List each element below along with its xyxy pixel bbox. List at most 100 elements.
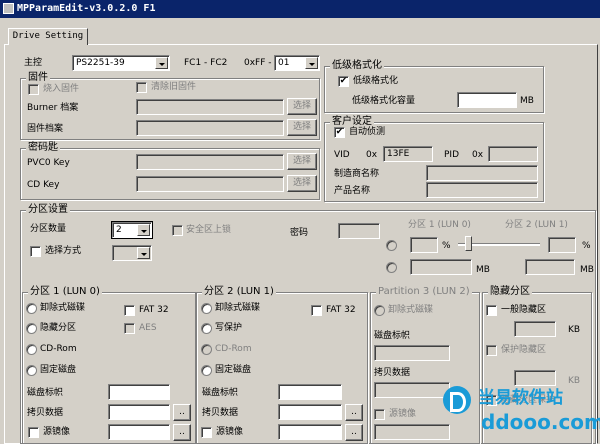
p3-mirror-checkbox[interactable] — [374, 409, 385, 420]
percent-sign-1: % — [442, 241, 451, 251]
lun0-header: 分区 1 (LUN 0) — [408, 220, 471, 230]
pid-field[interactable] — [488, 146, 538, 162]
p2-removable-radio[interactable] — [201, 303, 212, 314]
clear-firmware-checkbox[interactable] — [136, 82, 147, 93]
p1-aes-checkbox[interactable] — [124, 323, 135, 334]
p2-fixed-radio[interactable] — [201, 365, 212, 376]
burner-browse-button[interactable]: 选择 — [287, 98, 317, 115]
mb-radio[interactable] — [386, 262, 397, 273]
p2-copy-field[interactable] — [278, 404, 342, 420]
p3-mirror-label: 源镜像 — [389, 409, 417, 419]
p2-write-protect-radio[interactable] — [201, 323, 212, 334]
p2-removable-label: 卸除式磁碟 — [215, 303, 261, 313]
p1-hidden-radio[interactable] — [26, 323, 37, 334]
chevron-down-icon[interactable] — [137, 247, 150, 259]
p2-copy-browse-button[interactable]: .. — [345, 404, 363, 421]
firmware-file-field[interactable] — [136, 120, 284, 136]
chevron-down-icon[interactable] — [305, 57, 318, 69]
secure-lock-checkbox[interactable] — [172, 225, 183, 236]
p3-mirror-field[interactable] — [374, 424, 450, 440]
watermark-logo-icon — [443, 386, 471, 414]
p3-removable-label: 卸除式磁碟 — [388, 305, 434, 315]
title-bar[interactable]: MPParamEdit-v3.0.2.0 F1 — [0, 0, 600, 18]
p1-removable-label: 卸除式磁碟 — [40, 303, 86, 313]
p2-fixed-label: 固定磁盘 — [215, 365, 252, 375]
window-title: MPParamEdit-v3.0.2.0 F1 — [17, 3, 156, 14]
password-label: 密码 — [290, 228, 309, 238]
p1-mirror-field[interactable] — [108, 424, 170, 440]
p3-copy-field[interactable] — [374, 382, 450, 398]
pvc0-browse-button[interactable]: 选择 — [287, 153, 317, 170]
p2-mirror-field[interactable] — [278, 424, 342, 440]
lun0-mb-field[interactable] — [410, 259, 472, 275]
lowformat-checkbox[interactable]: ✔ — [338, 76, 349, 87]
p3-copy-label: 拷贝数据 — [374, 368, 411, 378]
protect-hidden-checkbox[interactable] — [486, 345, 497, 356]
p1-hidden-label: 隐藏分区 — [40, 323, 77, 333]
vid-prefix: 0x — [366, 150, 378, 160]
mb-unit-2: MB — [580, 265, 594, 275]
p1-mirror-browse-button[interactable]: .. — [173, 424, 191, 441]
cd-browse-button[interactable]: 选择 — [287, 175, 317, 192]
p2-cdrom-radio[interactable] — [201, 344, 212, 355]
normal-hidden-kb: KB — [568, 325, 581, 335]
lun0-percent-field[interactable] — [410, 237, 438, 253]
mb-unit-1: MB — [476, 265, 490, 275]
lowformat-title: 低级格式化 — [330, 60, 384, 71]
partition-slider-thumb[interactable] — [465, 236, 472, 251]
lowformat-capacity-label: 低级格式化容量 — [352, 96, 416, 106]
watermark-url: ddooo.com — [481, 410, 600, 434]
p1-copy-browse-button[interactable]: .. — [173, 404, 191, 421]
p1-disk-field[interactable] — [108, 384, 170, 400]
p1-cdrom-label: CD-Rom — [40, 344, 77, 354]
controller-select[interactable]: PS2251-39 — [72, 55, 170, 71]
burner-file-field[interactable] — [136, 99, 284, 115]
p1-removable-radio[interactable] — [26, 303, 37, 314]
select-mode-dropdown[interactable] — [112, 245, 152, 261]
protect-hidden-size-field[interactable] — [514, 370, 556, 386]
p2-mirror-browse-button[interactable]: .. — [345, 424, 363, 441]
p2-fat32-checkbox[interactable] — [311, 305, 322, 316]
percent-radio[interactable] — [386, 240, 397, 251]
password-field[interactable] — [338, 223, 380, 239]
p3-disk-label: 磁盘标帜 — [374, 331, 411, 341]
vid-label: VID — [334, 150, 350, 160]
partition-count-select[interactable]: 2 — [112, 222, 152, 238]
lun1-percent-field[interactable] — [548, 237, 576, 253]
normal-hidden-checkbox[interactable] — [486, 305, 497, 316]
p3-disk-field[interactable] — [374, 345, 450, 361]
watermark-text: 当易软件站 — [478, 388, 563, 408]
secure-lock-label: 安全区上锁 — [186, 225, 232, 235]
auto-detect-checkbox[interactable]: ✔ — [334, 127, 345, 138]
p1-fixed-radio[interactable] — [26, 365, 37, 376]
p2-disk-label: 磁盘标帜 — [202, 388, 239, 398]
lowformat-capacity-field[interactable] — [457, 92, 517, 108]
firmware-browse-button[interactable]: 选择 — [287, 119, 317, 136]
cd-key-field[interactable] — [136, 176, 284, 192]
lun1-header: 分区 2 (LUN 1) — [505, 220, 568, 230]
chevron-down-icon[interactable] — [155, 57, 168, 69]
p1-fat32-checkbox[interactable] — [124, 305, 135, 316]
p1-mirror-checkbox[interactable] — [28, 427, 39, 438]
chevron-down-icon[interactable] — [137, 224, 150, 236]
normal-hidden-size-field[interactable] — [514, 321, 556, 337]
pvc0-key-field[interactable] — [136, 154, 284, 170]
p1-disk-label: 磁盘标帜 — [27, 388, 64, 398]
select-mode-checkbox[interactable] — [30, 246, 41, 257]
vid-field[interactable]: 13FE — [383, 146, 433, 162]
p1-copy-field[interactable] — [108, 404, 170, 420]
vendor-name-field[interactable] — [426, 165, 538, 181]
p2-disk-field[interactable] — [278, 384, 342, 400]
product-name-field[interactable] — [426, 182, 538, 198]
burn-firmware-checkbox[interactable] — [28, 84, 39, 95]
tab-drive-setting[interactable]: Drive Setting — [8, 28, 88, 45]
p2-write-protect-label: 写保护 — [215, 323, 243, 333]
p1-cdrom-radio[interactable] — [26, 344, 37, 355]
vendor-name-label: 制造商名称 — [334, 169, 380, 179]
clear-firmware-label: 清除旧固件 — [151, 82, 197, 92]
protect-hidden-label: 保护隐藏区 — [501, 345, 547, 355]
oxff-select[interactable]: 01 — [274, 55, 320, 71]
lun1-mb-field[interactable] — [525, 259, 575, 275]
p2-mirror-checkbox[interactable] — [201, 427, 212, 438]
p3-removable-radio[interactable] — [374, 305, 385, 316]
